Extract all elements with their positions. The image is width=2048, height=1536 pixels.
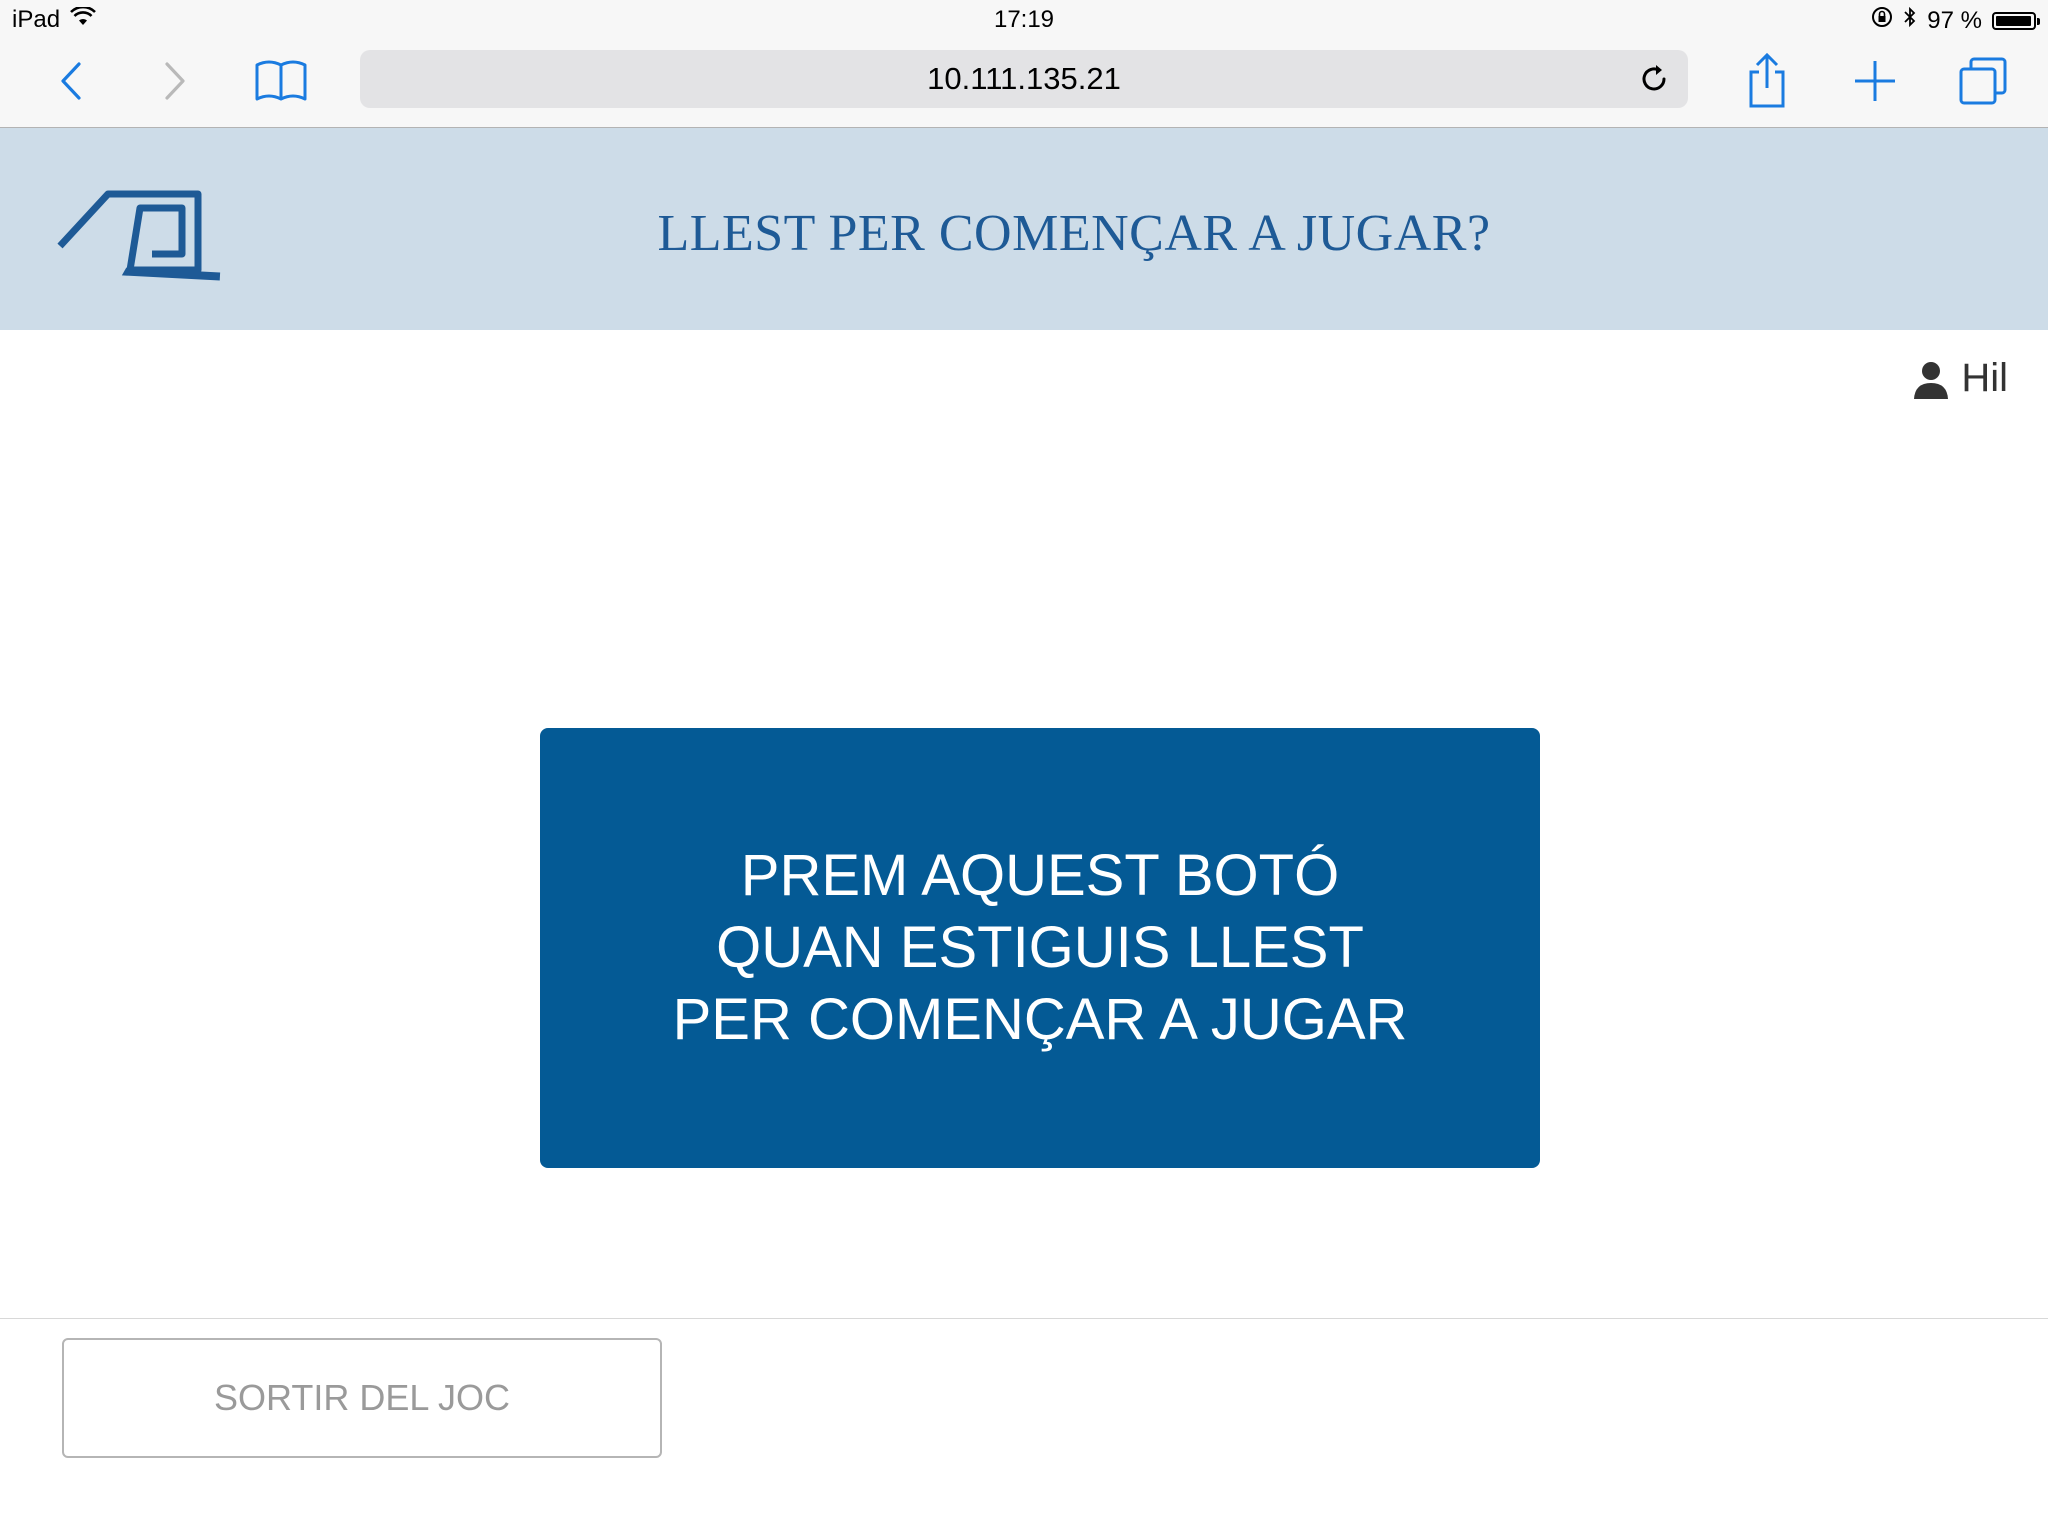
- browser-toolbar: 10.111.135.21: [0, 40, 2048, 128]
- exit-game-button[interactable]: SORTIR DEL JOC: [62, 1338, 662, 1458]
- user-info[interactable]: Hil: [1911, 356, 2008, 401]
- battery-percent: 97 %: [1927, 6, 1982, 34]
- forward-icon: [165, 62, 185, 100]
- tabs-icon: [1959, 57, 2007, 105]
- start-button-line-3: PER COMENÇAR A JUGAR: [672, 987, 1408, 1052]
- page-title: LLEST PER COMENÇAR A JUGAR?: [657, 205, 1491, 262]
- back-button[interactable]: [36, 50, 106, 112]
- status-bar-right: 97 %: [1871, 6, 2040, 35]
- orientation-lock-icon: [1871, 6, 1893, 35]
- bookmarks-button[interactable]: [246, 50, 316, 112]
- user-icon: [1914, 361, 1949, 399]
- share-button[interactable]: [1732, 50, 1802, 112]
- new-tab-button[interactable]: [1840, 50, 1910, 112]
- new-tab-icon: [1855, 61, 1895, 101]
- user-name: Hil: [1961, 356, 2008, 400]
- bookmarks-icon: [255, 60, 307, 101]
- start-game-button[interactable]: PREM AQUEST BOTÓ QUAN ESTIGUIS LLEST PER…: [540, 728, 1540, 1168]
- share-icon: [1749, 52, 1785, 108]
- status-time: 17:19: [993, 6, 1055, 33]
- status-bar: iPad 17:19 97 %: [0, 0, 2048, 40]
- bluetooth-icon: [1903, 6, 1917, 35]
- page-header: LLEST PER COMENÇAR A JUGAR?: [0, 128, 2048, 330]
- battery-icon: [1992, 11, 2040, 30]
- tabs-button[interactable]: [1948, 50, 2018, 112]
- start-button-line-2: QUAN ESTIGUIS LLEST: [716, 915, 1364, 980]
- back-icon: [61, 62, 81, 100]
- url-text: 10.111.135.21: [927, 61, 1121, 96]
- address-bar[interactable]: 10.111.135.21: [360, 50, 1688, 108]
- footer-divider: [0, 1318, 2048, 1319]
- reload-icon[interactable]: [1638, 63, 1670, 95]
- forward-button[interactable]: [140, 50, 210, 112]
- start-button-line-1: PREM AQUEST BOTÓ: [740, 843, 1340, 908]
